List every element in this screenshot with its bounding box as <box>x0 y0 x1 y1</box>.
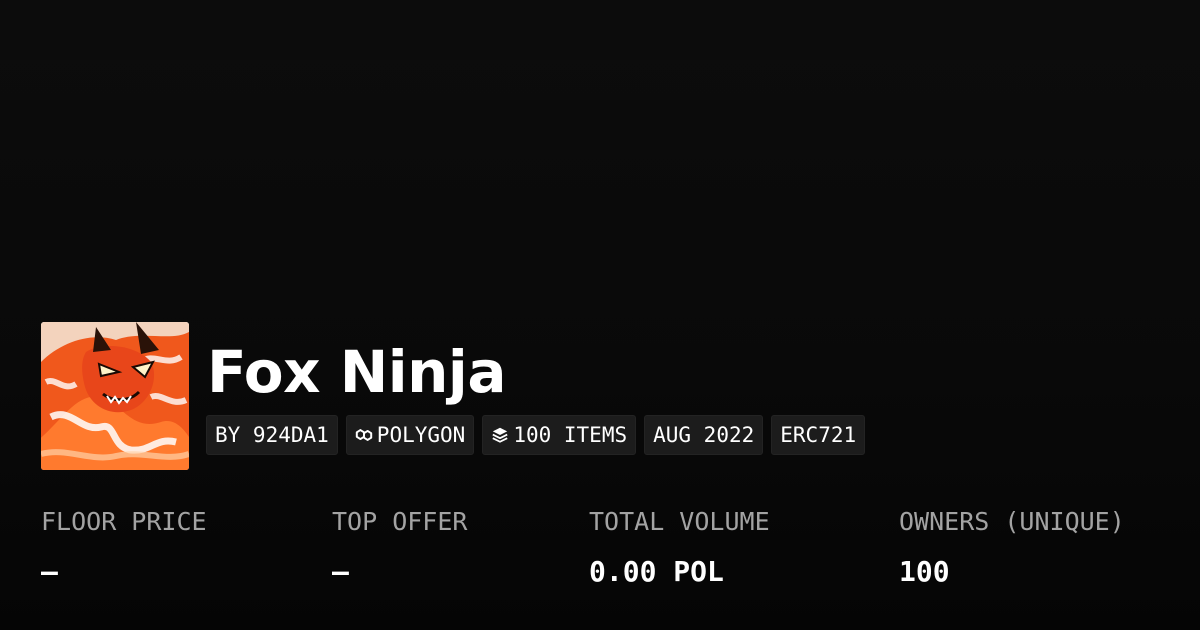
polygon-icon <box>355 429 372 441</box>
items-label: 100 ITEMS <box>513 423 628 447</box>
stat-value: 100 <box>899 555 950 588</box>
stat-value: – <box>332 555 349 588</box>
collection-title: Fox Ninja <box>207 338 506 406</box>
stat-top-offer: TOP OFFER – <box>332 505 467 589</box>
chain-label: POLYGON <box>376 423 466 447</box>
date-label: AUG 2022 <box>653 423 755 447</box>
collection-meta-chips: BY 924DA1 POLYGON 100 ITEMS AUG 2022 ERC… <box>206 415 866 455</box>
stat-owners: OWNERS (UNIQUE) 100 <box>899 505 1125 589</box>
stat-label: FLOOR PRICE <box>41 507 207 536</box>
creator-chip[interactable]: BY 924DA1 <box>206 415 338 455</box>
stat-floor-price: FLOOR PRICE – <box>41 505 207 589</box>
stat-label: OWNERS (UNIQUE) <box>899 507 1125 536</box>
fox-ninja-artwork <box>41 322 189 470</box>
collection-avatar <box>41 322 189 470</box>
stat-total-volume: TOTAL VOLUME 0.00 POL <box>589 505 770 589</box>
date-chip: AUG 2022 <box>644 415 764 455</box>
items-chip[interactable]: 100 ITEMS <box>482 415 637 455</box>
stat-label: TOP OFFER <box>332 507 468 536</box>
chain-chip[interactable]: POLYGON <box>345 415 475 455</box>
layers-icon <box>492 427 508 443</box>
stat-value: 0.00 POL <box>589 555 724 588</box>
creator-label: BY 924DA1 <box>215 423 329 447</box>
standard-chip: ERC721 <box>771 415 866 455</box>
stat-label: TOTAL VOLUME <box>589 507 770 536</box>
stat-value: – <box>41 555 58 588</box>
standard-label: ERC721 <box>780 423 857 447</box>
